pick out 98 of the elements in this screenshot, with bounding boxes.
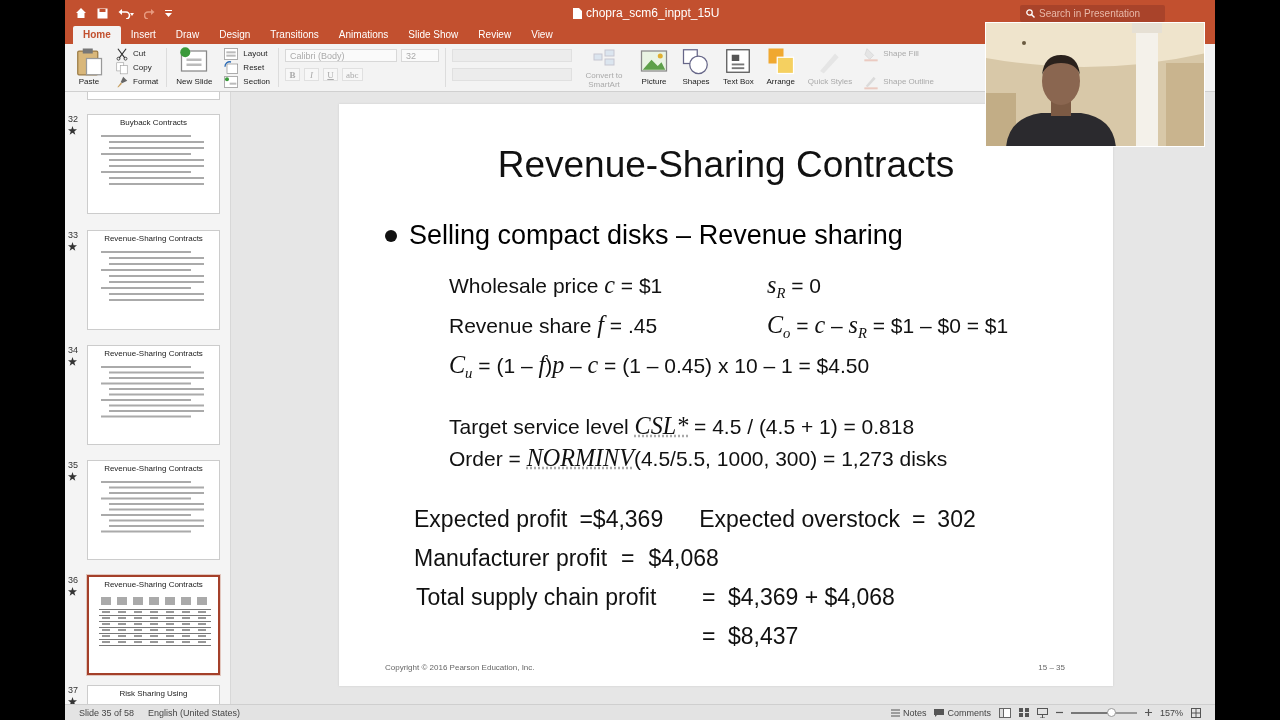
slide-title: Revenue-Sharing Contracts: [496, 144, 956, 186]
search-icon: [1026, 8, 1035, 18]
bullet-icon: [385, 229, 397, 242]
star-icon: [68, 126, 77, 135]
grid-view-icon[interactable]: [1018, 708, 1029, 717]
result-text: Total supply chain profit: [416, 582, 658, 612]
slide-thumbnail[interactable]: Revenue-Sharing Contracts: [87, 345, 220, 445]
search-field[interactable]: Search in Presentation: [1020, 4, 1165, 22]
thumbnail-title: Revenue-Sharing Contracts: [104, 464, 203, 473]
paint-bucket-icon: [863, 45, 880, 62]
slide-option-button[interactable]: Layout: [221, 47, 273, 60]
slide-thumbnail[interactable]: Revenue-Sharing Contracts: [87, 230, 220, 330]
thumbnail-title: Revenue-Sharing Contracts: [104, 234, 203, 243]
normal-view-icon[interactable]: [998, 707, 1011, 718]
save-icon[interactable]: [97, 7, 108, 19]
slide-thumbnail[interactable]: [87, 92, 220, 100]
zoom-out-icon[interactable]: [1055, 709, 1063, 716]
result-text: $4,369 + $4,068: [728, 582, 896, 612]
notes-button[interactable]: Notes: [890, 707, 927, 718]
thumbnail-title: Revenue-Sharing Contracts: [104, 349, 203, 358]
ribbon-tab[interactable]: Review: [468, 26, 522, 44]
result-text: Expected overstock: [699, 504, 900, 534]
slide-number: 37: [68, 685, 78, 695]
ribbon-button[interactable]: Shapes: [678, 46, 715, 89]
formula-text: C$_{o}$ = c – s$_{R}$ = $1 – $0 = $1: [767, 310, 1010, 344]
copy-icon: [115, 60, 129, 75]
fit-icon[interactable]: [1191, 707, 1201, 718]
star-icon: [68, 242, 77, 251]
clipboard-button[interactable]: Copy: [113, 61, 161, 74]
slide-thumbnail[interactable]: Risk Sharing Using: [87, 685, 220, 704]
result-text: $4,068: [648, 543, 719, 573]
result-text: =$4,369: [579, 504, 664, 534]
formula-text: Revenue share f = .45: [449, 310, 659, 341]
document-icon: [572, 7, 582, 19]
comment-icon: [934, 708, 945, 717]
result-text: =: [702, 582, 717, 612]
ribbon-tab[interactable]: Design: [209, 26, 261, 44]
result-text: 302: [937, 504, 976, 534]
result-text: =: [702, 621, 717, 651]
formula-text: C$_{u}$ = (1 – f)p – c = (1 – 0.45) x 10 – 1 = $4.50: [449, 354, 870, 378]
ribbon-tab[interactable]: Transitions: [260, 26, 329, 44]
slide-thumbnail[interactable]: Revenue-Sharing Contracts: [87, 460, 220, 560]
brush-icon: [115, 74, 129, 89]
slide-count: Slide 35 of 58: [79, 707, 135, 718]
slide-number: 34: [68, 345, 78, 355]
slide-number: 36: [68, 575, 78, 585]
star-icon: [68, 357, 77, 366]
slide-thumbnail[interactable]: Buyback Contracts: [87, 114, 220, 214]
presenter-icon[interactable]: [1036, 707, 1048, 718]
thumbnail-title: Risk Sharing Using: [119, 689, 188, 698]
ribbon-tab[interactable]: Draw: [165, 26, 210, 44]
slide-number: 33: [68, 230, 78, 240]
clipboard-button[interactable]: Cut: [113, 47, 161, 60]
paste-button[interactable]: Paste: [71, 46, 107, 89]
new-slide-button[interactable]: New Slide: [173, 46, 216, 89]
slide-option-button[interactable]: Reset: [221, 61, 273, 74]
undo-icon[interactable]: [118, 7, 134, 19]
scissors-icon: [115, 46, 129, 61]
formula-text: Wholesale price c = $1: [449, 270, 664, 300]
formula-text: Order = NORMINV(4.5/5.5, 1000, 300) = 1,273 disks: [449, 446, 948, 470]
result-text: $8,437: [728, 621, 800, 651]
slide-number: 35: [68, 460, 78, 470]
comments-button[interactable]: Comments: [934, 707, 991, 718]
customize-icon[interactable]: [165, 9, 172, 17]
ribbon-button[interactable]: Text Box: [720, 46, 757, 89]
thumbnail-title: Buyback Contracts: [119, 118, 188, 127]
document-title: chopra_scm6_inppt_15U: [586, 6, 720, 20]
slide-number: 32: [68, 114, 78, 124]
thumbnail-title: Revenue-Sharing Contracts: [104, 580, 203, 589]
zoom-percent[interactable]: 157%: [1159, 707, 1183, 718]
reset-icon: [223, 59, 240, 76]
result-text: =: [621, 543, 635, 573]
slide-option-button[interactable]: Section: [221, 75, 273, 88]
zoom-in-icon[interactable]: [1144, 709, 1152, 716]
result-text: =: [911, 504, 926, 534]
formula-text: Target service level CSL* = 4.5 / (4.5 + 1) = 0.818: [449, 414, 915, 438]
ribbon-button[interactable]: Arrange: [762, 46, 799, 89]
language-text[interactable]: English (United States): [148, 707, 241, 718]
star-icon: [68, 587, 77, 596]
star-icon: [68, 697, 77, 704]
zoom-slider[interactable]: [1106, 707, 1116, 717]
star-icon: [68, 472, 77, 481]
bullet-text: Selling compact disks – Revenue sharing: [409, 220, 903, 251]
ribbon-tab[interactable]: Home: [73, 26, 121, 44]
ribbon-button[interactable]: Picture: [636, 46, 673, 89]
ribbon-tab[interactable]: Insert: [120, 26, 166, 44]
ribbon-tab[interactable]: View: [521, 26, 563, 44]
home-icon[interactable]: [75, 7, 87, 19]
copyright-text: Copyright © 2016 Pearson Education, Inc.: [385, 663, 535, 672]
page-number: 15 – 35: [1038, 663, 1065, 672]
notes-icon: [890, 708, 900, 717]
ribbon-tab[interactable]: Animations: [328, 26, 399, 44]
result-text: Manufacturer profit: [414, 543, 608, 573]
result-text: Expected profit: [414, 504, 568, 534]
slide-thumbnail[interactable]: Revenue-Sharing Contracts: [87, 575, 220, 675]
ribbon-tab[interactable]: Slide Show: [398, 26, 469, 44]
clipboard-button[interactable]: Format: [113, 75, 161, 88]
formula-text: s$_{R}$ = 0: [767, 270, 822, 304]
